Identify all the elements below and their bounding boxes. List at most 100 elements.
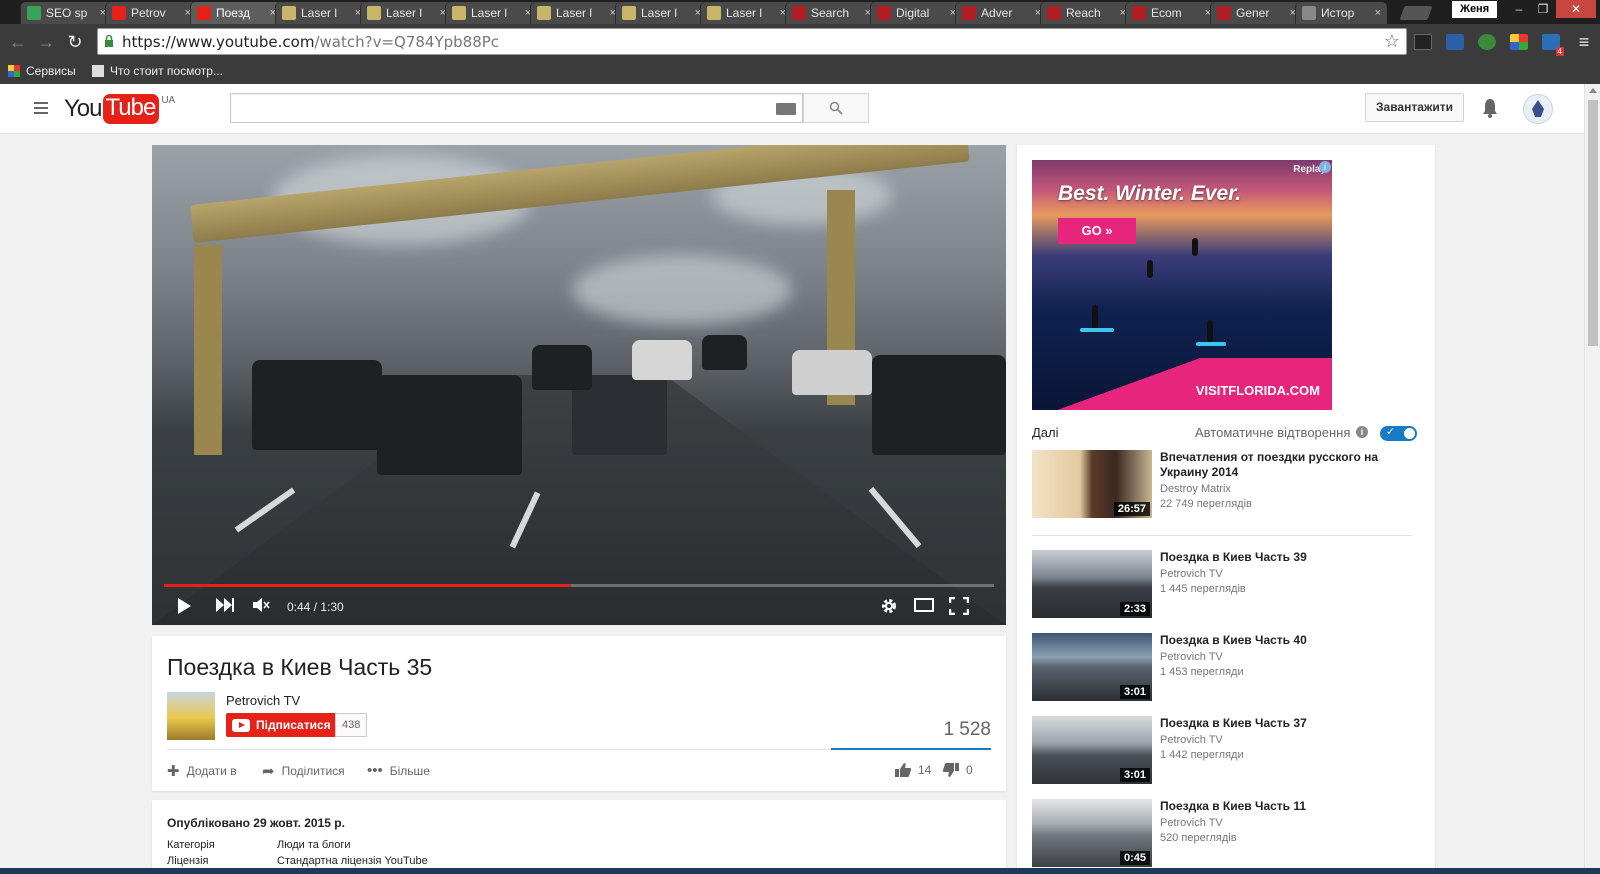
browser-tab[interactable]: Laser l ×: [360, 2, 452, 24]
tab-title: Laser l: [641, 6, 678, 20]
bookmark-folder[interactable]: Что стоит посмотр...: [92, 64, 223, 78]
extension-monitor-icon[interactable]: [1414, 34, 1432, 50]
youtube-logo[interactable]: You Tube UA: [64, 94, 175, 124]
browser-tab[interactable]: SEO sp ×: [20, 2, 112, 24]
fullscreen-icon[interactable]: [949, 597, 969, 615]
theater-mode-icon[interactable]: [914, 597, 934, 613]
minimize-button[interactable]: –: [1507, 0, 1531, 18]
reload-button[interactable]: ↻: [63, 30, 87, 54]
back-button[interactable]: ←: [6, 30, 30, 54]
video-title-link[interactable]: Поездка в Киев Часть 40: [1160, 633, 1420, 648]
subscribe-button[interactable]: Підписатися: [226, 713, 340, 737]
video-thumbnail[interactable]: 2:33: [1032, 550, 1152, 618]
plus-icon: ✚: [167, 763, 180, 780]
video-channel: Petrovich TV: [1160, 651, 1223, 663]
extension-card-icon[interactable]: [1446, 34, 1464, 50]
maximize-button[interactable]: ❐: [1531, 0, 1555, 18]
browser-tab[interactable]: Поезд ×: [190, 2, 282, 24]
bookmark-apps[interactable]: Сервисы: [8, 64, 76, 78]
bookmark-star-icon[interactable]: ☆: [1384, 31, 1400, 52]
tab-close-icon[interactable]: ×: [1375, 7, 1381, 19]
mute-icon[interactable]: [252, 597, 270, 613]
dislike-button[interactable]: 0: [942, 762, 973, 778]
play-icon[interactable]: [176, 597, 192, 615]
guide-menu-icon[interactable]: [34, 102, 48, 114]
upload-button[interactable]: Завантажити: [1365, 93, 1465, 122]
video-thumbnail[interactable]: 3:01: [1032, 633, 1152, 701]
video-title-link[interactable]: Поездка в Киев Часть 11: [1160, 799, 1420, 814]
scroll-up-icon[interactable]: [1589, 88, 1597, 93]
keyboard-icon[interactable]: [776, 103, 796, 115]
related-video[interactable]: 2:33 Поездка в Киев Часть 39 Petrovich T…: [1032, 550, 1422, 620]
tab-favicon-icon: [112, 6, 126, 20]
browser-tab[interactable]: Adver ×: [955, 2, 1047, 24]
video-title-link[interactable]: Поездка в Киев Часть 37: [1160, 716, 1420, 731]
video-title-link[interactable]: Впечатления от поездки русского на Украи…: [1160, 450, 1420, 480]
channel-name[interactable]: Petrovich TV: [226, 693, 300, 708]
account-avatar[interactable]: [1523, 94, 1553, 124]
video-duration: 0:45: [1119, 851, 1150, 865]
tab-favicon-icon: [537, 6, 551, 20]
browser-tab[interactable]: Laser l ×: [275, 2, 367, 24]
notifications-bell-icon[interactable]: [1481, 97, 1499, 119]
meta-value[interactable]: Люди та блоги: [277, 839, 351, 851]
browser-tab[interactable]: Petrov ×: [105, 2, 197, 24]
more-dots-icon: •••: [367, 762, 383, 779]
bookmark-label: Сервисы: [26, 64, 76, 78]
search-input[interactable]: [230, 93, 803, 123]
extension-badge-icon[interactable]: 4: [1542, 34, 1564, 56]
related-video[interactable]: 3:01 Поездка в Киев Часть 40 Petrovich T…: [1032, 633, 1422, 703]
browser-tab[interactable]: Search ×: [785, 2, 877, 24]
scrollbar-thumb[interactable]: [1588, 100, 1598, 346]
browser-tab[interactable]: Laser l ×: [700, 2, 792, 24]
browser-tab[interactable]: Gener ×: [1210, 2, 1302, 24]
more-button[interactable]: ••• Більше: [367, 762, 430, 779]
thumbs-down-icon: [942, 763, 959, 777]
related-video[interactable]: 3:01 Поездка в Киев Часть 37 Petrovich T…: [1032, 716, 1422, 786]
video-player[interactable]: 0:44 / 1:30: [152, 145, 1006, 625]
video-thumbnail[interactable]: 0:45: [1032, 799, 1152, 867]
autoplay-toggle[interactable]: ✓: [1380, 426, 1417, 441]
up-next-video[interactable]: 26:57 Впечатления от поездки русского на…: [1032, 450, 1422, 520]
autoplay-info-icon[interactable]: i: [1356, 426, 1368, 438]
like-button[interactable]: 14: [894, 762, 931, 778]
video-title-link[interactable]: Поездка в Киев Часть 39: [1160, 550, 1420, 565]
video-views: 22 749 переглядів: [1160, 498, 1252, 510]
new-tab-button[interactable]: [1399, 6, 1433, 20]
watch-sidebar: Best. Winter. Ever. GO » Replay i VISITF…: [1017, 145, 1435, 874]
sentiment-bar: [167, 748, 991, 750]
close-window-button[interactable]: ✕: [1556, 0, 1596, 18]
browser-tab[interactable]: Истор ×: [1295, 2, 1387, 24]
ad-brand: VISITFLORIDA.COM: [1195, 383, 1320, 398]
tab-favicon-icon: [962, 6, 976, 20]
extension-globe-icon[interactable]: [1478, 34, 1496, 50]
ad-banner[interactable]: Best. Winter. Ever. GO » Replay i VISITF…: [1032, 160, 1332, 410]
address-bar[interactable]: https://www.youtube.com/watch?v=Q784Ypb8…: [97, 28, 1407, 55]
next-video-icon[interactable]: [215, 597, 235, 613]
browser-tab[interactable]: Ecom ×: [1125, 2, 1217, 24]
video-progress-bar[interactable]: [164, 584, 994, 587]
search-button[interactable]: [803, 93, 869, 123]
ad-cta-button[interactable]: GO »: [1058, 218, 1136, 244]
tab-strip: SEO sp × Petrov × Поезд × Laser l × Laser l × Lase…: [0, 0, 1600, 24]
channel-avatar[interactable]: [167, 692, 215, 740]
settings-gear-icon[interactable]: [880, 597, 898, 615]
add-to-button[interactable]: ✚ Додати в: [167, 762, 237, 780]
share-button[interactable]: ➦ Поділитися: [262, 762, 345, 780]
browser-tab[interactable]: Reach ×: [1040, 2, 1132, 24]
video-thumbnail[interactable]: 26:57: [1032, 450, 1152, 518]
browser-tab[interactable]: Laser l ×: [615, 2, 707, 24]
browser-tab[interactable]: Laser l ×: [445, 2, 537, 24]
profile-button[interactable]: Женя: [1452, 1, 1498, 18]
page-scrollbar[interactable]: [1584, 84, 1600, 874]
video-thumbnail[interactable]: 3:01: [1032, 716, 1152, 784]
browser-tab[interactable]: Laser l ×: [530, 2, 622, 24]
related-video[interactable]: 0:45 Поездка в Киев Часть 11 Petrovich T…: [1032, 799, 1422, 869]
ad-info-icon[interactable]: i: [1319, 161, 1331, 173]
tab-favicon-icon: [282, 6, 296, 20]
extension-color-icon[interactable]: [1510, 34, 1528, 50]
chrome-menu-icon[interactable]: ≡: [1572, 30, 1596, 54]
tab-favicon-icon: [792, 6, 806, 20]
forward-button[interactable]: →: [34, 30, 58, 54]
browser-tab[interactable]: Digital ×: [870, 2, 962, 24]
